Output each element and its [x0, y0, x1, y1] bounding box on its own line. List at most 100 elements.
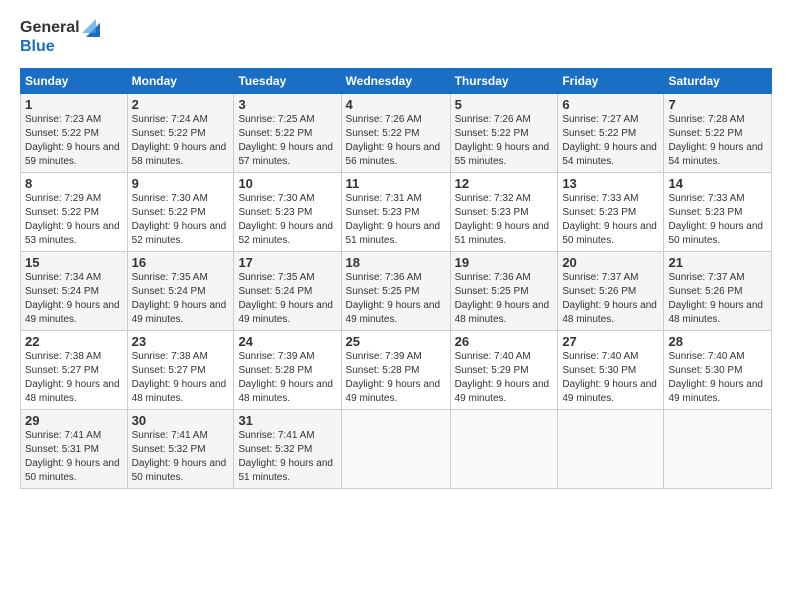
day-number: 24 — [238, 334, 336, 349]
calendar-cell: 20 Sunrise: 7:37 AMSunset: 5:26 PMDaylig… — [558, 252, 664, 331]
calendar-cell: 28 Sunrise: 7:40 AMSunset: 5:30 PMDaylig… — [664, 331, 772, 410]
calendar-cell: 30 Sunrise: 7:41 AMSunset: 5:32 PMDaylig… — [127, 410, 234, 489]
day-detail: Sunrise: 7:33 AMSunset: 5:23 PMDaylight:… — [562, 192, 659, 248]
day-number: 20 — [562, 255, 659, 270]
calendar-cell: 24 Sunrise: 7:39 AMSunset: 5:28 PMDaylig… — [234, 331, 341, 410]
calendar-weekday-wednesday: Wednesday — [341, 69, 450, 94]
calendar-weekday-thursday: Thursday — [450, 69, 558, 94]
day-number: 17 — [238, 255, 336, 270]
day-detail: Sunrise: 7:26 AMSunset: 5:22 PMDaylight:… — [455, 113, 554, 169]
calendar-cell — [341, 410, 450, 489]
day-detail: Sunrise: 7:29 AMSunset: 5:22 PMDaylight:… — [25, 192, 123, 248]
day-number: 21 — [668, 255, 767, 270]
calendar-week-row: 1 Sunrise: 7:23 AMSunset: 5:22 PMDayligh… — [21, 94, 772, 173]
calendar-cell — [450, 410, 558, 489]
day-number: 18 — [346, 255, 446, 270]
calendar-cell: 15 Sunrise: 7:34 AMSunset: 5:24 PMDaylig… — [21, 252, 128, 331]
calendar-cell: 26 Sunrise: 7:40 AMSunset: 5:29 PMDaylig… — [450, 331, 558, 410]
calendar-week-row: 22 Sunrise: 7:38 AMSunset: 5:27 PMDaylig… — [21, 331, 772, 410]
day-detail: Sunrise: 7:36 AMSunset: 5:25 PMDaylight:… — [346, 271, 446, 327]
day-detail: Sunrise: 7:40 AMSunset: 5:29 PMDaylight:… — [455, 350, 554, 406]
day-detail: Sunrise: 7:37 AMSunset: 5:26 PMDaylight:… — [562, 271, 659, 327]
day-number: 11 — [346, 176, 446, 191]
day-detail: Sunrise: 7:38 AMSunset: 5:27 PMDaylight:… — [132, 350, 230, 406]
day-detail: Sunrise: 7:34 AMSunset: 5:24 PMDaylight:… — [25, 271, 123, 327]
day-number: 27 — [562, 334, 659, 349]
day-number: 29 — [25, 413, 123, 428]
calendar-cell: 18 Sunrise: 7:36 AMSunset: 5:25 PMDaylig… — [341, 252, 450, 331]
calendar-cell: 10 Sunrise: 7:30 AMSunset: 5:23 PMDaylig… — [234, 173, 341, 252]
day-number: 8 — [25, 176, 123, 191]
day-detail: Sunrise: 7:41 AMSunset: 5:32 PMDaylight:… — [238, 429, 336, 485]
day-detail: Sunrise: 7:41 AMSunset: 5:31 PMDaylight:… — [25, 429, 123, 485]
day-detail: Sunrise: 7:39 AMSunset: 5:28 PMDaylight:… — [346, 350, 446, 406]
logo: General Blue — [20, 18, 100, 56]
calendar-cell: 2 Sunrise: 7:24 AMSunset: 5:22 PMDayligh… — [127, 94, 234, 173]
logo-text: General Blue — [20, 18, 100, 56]
day-detail: Sunrise: 7:27 AMSunset: 5:22 PMDaylight:… — [562, 113, 659, 169]
day-number: 30 — [132, 413, 230, 428]
calendar-cell: 13 Sunrise: 7:33 AMSunset: 5:23 PMDaylig… — [558, 173, 664, 252]
day-number: 14 — [668, 176, 767, 191]
header: General Blue — [20, 18, 772, 56]
calendar-cell: 22 Sunrise: 7:38 AMSunset: 5:27 PMDaylig… — [21, 331, 128, 410]
day-number: 4 — [346, 97, 446, 112]
logo-triangle-icon — [82, 19, 100, 37]
calendar-cell: 1 Sunrise: 7:23 AMSunset: 5:22 PMDayligh… — [21, 94, 128, 173]
calendar-cell: 25 Sunrise: 7:39 AMSunset: 5:28 PMDaylig… — [341, 331, 450, 410]
day-number: 3 — [238, 97, 336, 112]
calendar-cell: 17 Sunrise: 7:35 AMSunset: 5:24 PMDaylig… — [234, 252, 341, 331]
calendar-weekday-tuesday: Tuesday — [234, 69, 341, 94]
day-detail: Sunrise: 7:31 AMSunset: 5:23 PMDaylight:… — [346, 192, 446, 248]
day-detail: Sunrise: 7:39 AMSunset: 5:28 PMDaylight:… — [238, 350, 336, 406]
day-number: 15 — [25, 255, 123, 270]
calendar-cell: 14 Sunrise: 7:33 AMSunset: 5:23 PMDaylig… — [664, 173, 772, 252]
day-detail: Sunrise: 7:30 AMSunset: 5:22 PMDaylight:… — [132, 192, 230, 248]
day-detail: Sunrise: 7:38 AMSunset: 5:27 PMDaylight:… — [25, 350, 123, 406]
calendar-cell: 4 Sunrise: 7:26 AMSunset: 5:22 PMDayligh… — [341, 94, 450, 173]
calendar-cell: 8 Sunrise: 7:29 AMSunset: 5:22 PMDayligh… — [21, 173, 128, 252]
calendar-cell: 9 Sunrise: 7:30 AMSunset: 5:22 PMDayligh… — [127, 173, 234, 252]
day-number: 9 — [132, 176, 230, 191]
calendar: SundayMondayTuesdayWednesdayThursdayFrid… — [20, 68, 772, 489]
day-number: 13 — [562, 176, 659, 191]
calendar-cell: 21 Sunrise: 7:37 AMSunset: 5:26 PMDaylig… — [664, 252, 772, 331]
calendar-weekday-monday: Monday — [127, 69, 234, 94]
calendar-body: 1 Sunrise: 7:23 AMSunset: 5:22 PMDayligh… — [21, 94, 772, 489]
calendar-cell: 11 Sunrise: 7:31 AMSunset: 5:23 PMDaylig… — [341, 173, 450, 252]
day-detail: Sunrise: 7:24 AMSunset: 5:22 PMDaylight:… — [132, 113, 230, 169]
calendar-cell: 29 Sunrise: 7:41 AMSunset: 5:31 PMDaylig… — [21, 410, 128, 489]
day-detail: Sunrise: 7:23 AMSunset: 5:22 PMDaylight:… — [25, 113, 123, 169]
day-detail: Sunrise: 7:30 AMSunset: 5:23 PMDaylight:… — [238, 192, 336, 248]
calendar-cell — [664, 410, 772, 489]
day-detail: Sunrise: 7:40 AMSunset: 5:30 PMDaylight:… — [668, 350, 767, 406]
calendar-cell: 3 Sunrise: 7:25 AMSunset: 5:22 PMDayligh… — [234, 94, 341, 173]
calendar-cell: 6 Sunrise: 7:27 AMSunset: 5:22 PMDayligh… — [558, 94, 664, 173]
day-detail: Sunrise: 7:40 AMSunset: 5:30 PMDaylight:… — [562, 350, 659, 406]
day-detail: Sunrise: 7:33 AMSunset: 5:23 PMDaylight:… — [668, 192, 767, 248]
day-number: 28 — [668, 334, 767, 349]
day-detail: Sunrise: 7:25 AMSunset: 5:22 PMDaylight:… — [238, 113, 336, 169]
day-detail: Sunrise: 7:26 AMSunset: 5:22 PMDaylight:… — [346, 113, 446, 169]
calendar-weekday-saturday: Saturday — [664, 69, 772, 94]
day-number: 25 — [346, 334, 446, 349]
calendar-cell: 5 Sunrise: 7:26 AMSunset: 5:22 PMDayligh… — [450, 94, 558, 173]
calendar-week-row: 29 Sunrise: 7:41 AMSunset: 5:31 PMDaylig… — [21, 410, 772, 489]
calendar-cell: 12 Sunrise: 7:32 AMSunset: 5:23 PMDaylig… — [450, 173, 558, 252]
calendar-cell: 23 Sunrise: 7:38 AMSunset: 5:27 PMDaylig… — [127, 331, 234, 410]
calendar-cell: 7 Sunrise: 7:28 AMSunset: 5:22 PMDayligh… — [664, 94, 772, 173]
day-detail: Sunrise: 7:32 AMSunset: 5:23 PMDaylight:… — [455, 192, 554, 248]
day-number: 26 — [455, 334, 554, 349]
calendar-cell: 16 Sunrise: 7:35 AMSunset: 5:24 PMDaylig… — [127, 252, 234, 331]
page: General Blue SundayMondayTuesdayWednesda… — [0, 0, 792, 501]
day-number: 19 — [455, 255, 554, 270]
calendar-cell: 19 Sunrise: 7:36 AMSunset: 5:25 PMDaylig… — [450, 252, 558, 331]
calendar-week-row: 8 Sunrise: 7:29 AMSunset: 5:22 PMDayligh… — [21, 173, 772, 252]
day-detail: Sunrise: 7:35 AMSunset: 5:24 PMDaylight:… — [132, 271, 230, 327]
day-number: 31 — [238, 413, 336, 428]
day-number: 10 — [238, 176, 336, 191]
day-number: 16 — [132, 255, 230, 270]
day-number: 7 — [668, 97, 767, 112]
calendar-weekday-friday: Friday — [558, 69, 664, 94]
calendar-weekday-sunday: Sunday — [21, 69, 128, 94]
